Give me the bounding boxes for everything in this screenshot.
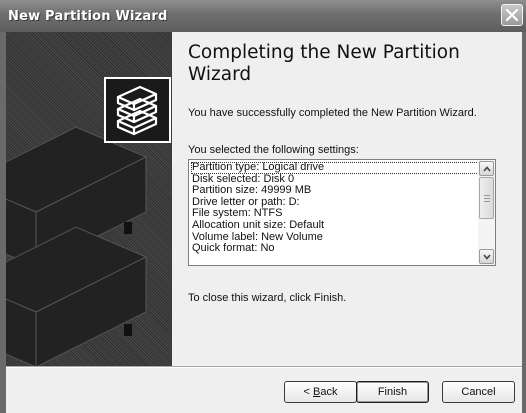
back-button[interactable]: < Back [284,381,357,403]
finish-button[interactable]: Finish [356,381,429,403]
stacked-disks-icon [116,85,158,136]
wizard-side-banner [6,32,172,366]
list-item[interactable]: Partition type: Logical drive [191,161,479,174]
settings-label: You selected the following settings: [188,144,359,156]
window-frame-right [522,32,526,413]
chevron-down-icon [483,254,491,260]
settings-list: Partition type: Logical drive Disk selec… [191,161,479,255]
page-title: Completing the New Partition Wizard [188,42,460,85]
finish-instructions: To close this wizard, click Finish. [188,292,347,304]
title-bar[interactable]: New Partition Wizard [0,0,526,32]
completion-message: You have successfully completed the New … [188,107,477,119]
wizard-logo [104,77,171,143]
wizard-window: New Partition Wizard Completing the New … [0,0,526,413]
vertical-scrollbar[interactable] [478,160,495,265]
scroll-up-button[interactable] [479,161,494,176]
button-separator [6,366,522,368]
wizard-content: Completing the New Partition Wizard You … [172,32,522,366]
back-button-label: ack [320,386,338,398]
scroll-down-button[interactable] [479,249,494,264]
scrollbar-thumb[interactable] [479,177,494,219]
list-item[interactable]: Allocation unit size: Default [191,219,479,232]
settings-listbox[interactable]: Partition type: Logical drive Disk selec… [188,159,496,266]
chevron-up-icon [483,166,491,172]
close-button[interactable] [501,4,523,26]
close-icon [506,9,518,21]
back-button-prefix: < [303,386,313,398]
list-item[interactable]: Quick format: No [191,243,479,255]
cancel-button[interactable]: Cancel [442,381,515,403]
window-title: New Partition Wizard [8,9,168,24]
